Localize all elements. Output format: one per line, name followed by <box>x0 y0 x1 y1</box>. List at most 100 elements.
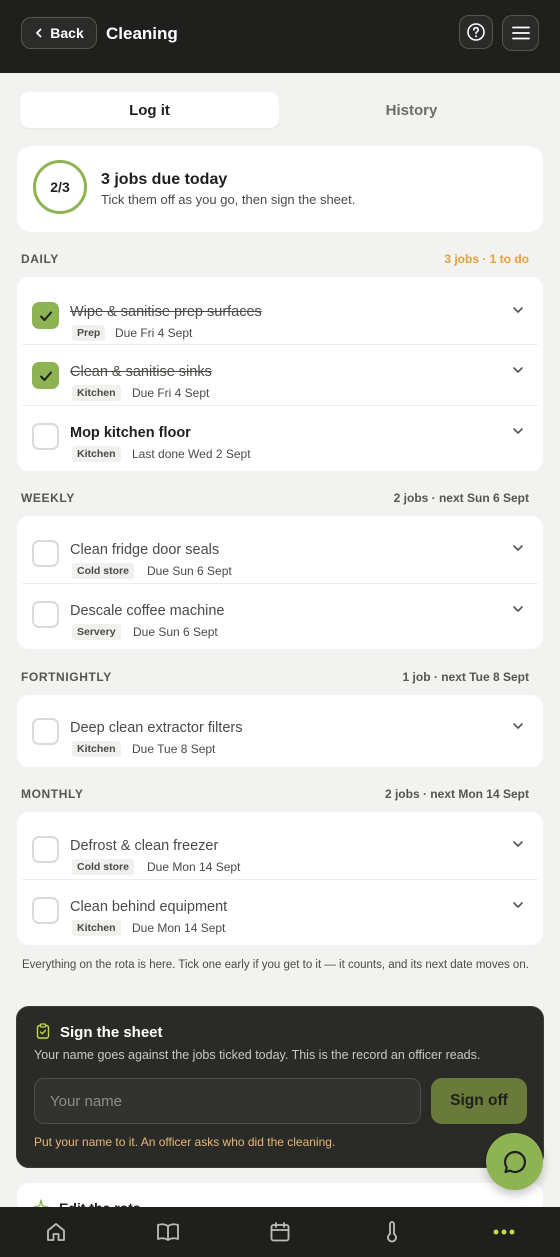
nav-home[interactable] <box>43 1219 69 1245</box>
section-fortnightly-label: FORTNIGHTLY <box>21 670 112 684</box>
home-icon <box>47 1223 65 1241</box>
checkmark-icon <box>39 311 52 321</box>
task-checkbox[interactable] <box>32 540 59 567</box>
help-circle-icon <box>467 23 485 41</box>
task-title: Mop kitchen floor <box>70 425 191 441</box>
task-due: Due Fri 4 Sept <box>132 386 210 400</box>
task-row[interactable]: Mop kitchen floor Kitchen Last done Wed … <box>17 405 543 466</box>
back-button[interactable]: Back <box>21 17 97 49</box>
task-due: Due Fri 4 Sept <box>115 326 193 340</box>
divider <box>22 344 538 345</box>
sign-off-button[interactable]: Sign off <box>431 1078 527 1124</box>
task-tag: Kitchen <box>72 446 121 462</box>
task-due: Due Sun 6 Sept <box>147 564 232 578</box>
chat-bubble-icon <box>503 1150 526 1173</box>
task-due: Due Sun 6 Sept <box>133 625 218 639</box>
sign-sheet-panel: Sign the sheet Your name goes against th… <box>16 1006 544 1168</box>
task-row[interactable]: Clean behind equipment Kitchen Due Mon 1… <box>17 879 543 940</box>
progress-ring: 2/3 <box>33 160 87 214</box>
task-title: Deep clean extractor filters <box>70 720 243 736</box>
sign-subtitle: Your name goes against the jobs ticked t… <box>34 1048 481 1062</box>
divider <box>22 879 538 880</box>
help-button[interactable] <box>459 15 493 49</box>
section-monthly-meta: 2 jobs · next Mon 14 Sept <box>384 787 529 801</box>
sign-warning: Put your name to it. An officer asks who… <box>34 1135 336 1149</box>
back-label: Back <box>50 25 84 41</box>
chevron-down-icon[interactable] <box>512 364 524 376</box>
nav-book[interactable] <box>155 1219 181 1245</box>
task-due: Due Mon 14 Sept <box>147 860 241 874</box>
page-title: Cleaning <box>106 24 178 43</box>
more-dots-icon <box>493 1229 515 1235</box>
task-tag: Servery <box>72 624 121 640</box>
task-checkbox[interactable] <box>32 718 59 745</box>
task-row[interactable]: Clean fridge door seals Cold store Due S… <box>17 522 543 583</box>
nav-more[interactable] <box>491 1219 517 1245</box>
section-fortnightly-meta: 1 job · next Tue 8 Sept <box>402 670 529 684</box>
thermometer-icon <box>387 1221 397 1243</box>
nav-calendar[interactable] <box>267 1219 293 1245</box>
task-row[interactable]: Clean & sanitise sinks Kitchen Due Fri 4… <box>17 344 543 405</box>
section-weekly-label: WEEKLY <box>21 491 75 505</box>
task-row[interactable]: Wipe & sanitise prep surfaces Prep Due F… <box>17 284 543 345</box>
checkmark-icon <box>39 371 52 381</box>
menu-button[interactable] <box>502 15 539 51</box>
divider <box>22 405 538 406</box>
hamburger-menu-icon <box>511 26 530 40</box>
summary-title: 3 jobs due today <box>101 171 228 188</box>
book-icon <box>157 1223 179 1241</box>
task-checkbox-checked[interactable] <box>32 302 59 329</box>
task-title: Descale coffee machine <box>70 603 225 619</box>
bottom-nav <box>0 1207 560 1257</box>
daily-tasks-card: Wipe & sanitise prep surfaces Prep Due F… <box>17 277 543 471</box>
tab-log-it[interactable]: Log it <box>20 92 279 128</box>
task-checkbox-checked[interactable] <box>32 362 59 389</box>
task-tag: Cold store <box>72 563 134 579</box>
summary-subtitle: Tick them off as you go, then sign the s… <box>101 192 356 207</box>
task-row[interactable]: Descale coffee machine Servery Due Sun 6… <box>17 583 543 644</box>
name-input[interactable] <box>34 1078 421 1124</box>
chevron-down-icon[interactable] <box>512 838 524 850</box>
divider <box>22 583 538 584</box>
section-weekly-meta: 2 jobs · next Sun 6 Sept <box>393 491 529 505</box>
task-checkbox[interactable] <box>32 897 59 924</box>
task-due: Due Mon 14 Sept <box>132 921 226 935</box>
task-row[interactable]: Defrost & clean freezer Cold store Due M… <box>17 818 543 879</box>
chevron-down-icon[interactable] <box>512 542 524 554</box>
cleaning-screen: Back Cleaning Log it History 2/3 3 jobs … <box>0 0 560 1257</box>
summary-card: 2/3 3 jobs due today Tick them off as yo… <box>17 146 543 232</box>
task-title: Defrost & clean freezer <box>70 838 219 854</box>
calendar-icon <box>270 1222 290 1242</box>
task-row[interactable]: Deep clean extractor filters Kitchen Due… <box>17 700 543 761</box>
chevron-down-icon[interactable] <box>512 899 524 911</box>
task-tag: Kitchen <box>72 385 121 401</box>
task-tag: Prep <box>72 325 106 341</box>
task-due: Due Tue 8 Sept <box>132 742 216 756</box>
task-title: Clean & sanitise sinks <box>70 364 212 380</box>
task-tag: Kitchen <box>72 741 121 757</box>
chat-button[interactable] <box>486 1133 543 1190</box>
section-monthly-label: MONTHLY <box>21 787 84 801</box>
clipboard-check-icon <box>36 1023 50 1039</box>
tab-history[interactable]: History <box>281 92 542 128</box>
task-title: Clean fridge door seals <box>70 542 220 558</box>
section-daily-meta: 3 jobs · 1 to do <box>444 252 529 266</box>
sign-title: Sign the sheet <box>60 1024 163 1041</box>
task-checkbox[interactable] <box>32 836 59 863</box>
task-title: Clean behind equipment <box>70 899 228 915</box>
task-checkbox[interactable] <box>32 601 59 628</box>
view-tabs: Log it History <box>20 92 542 128</box>
weekly-tasks-card: Clean fridge door seals Cold store Due S… <box>17 516 543 649</box>
top-bar: Back Cleaning <box>0 0 560 73</box>
chevron-down-icon[interactable] <box>512 425 524 437</box>
task-checkbox[interactable] <box>32 423 59 450</box>
chevron-down-icon[interactable] <box>512 304 524 316</box>
chevron-down-icon[interactable] <box>512 720 524 732</box>
section-daily-label: DAILY <box>21 252 59 266</box>
chevron-down-icon[interactable] <box>512 603 524 615</box>
fortnightly-tasks-card: Deep clean extractor filters Kitchen Due… <box>17 695 543 767</box>
rota-footnote: Everything on the rota is here. Tick one… <box>22 959 529 971</box>
task-title: Wipe & sanitise prep surfaces <box>70 304 262 320</box>
monthly-tasks-card: Defrost & clean freezer Cold store Due M… <box>17 812 543 945</box>
nav-temperature[interactable] <box>379 1219 405 1245</box>
